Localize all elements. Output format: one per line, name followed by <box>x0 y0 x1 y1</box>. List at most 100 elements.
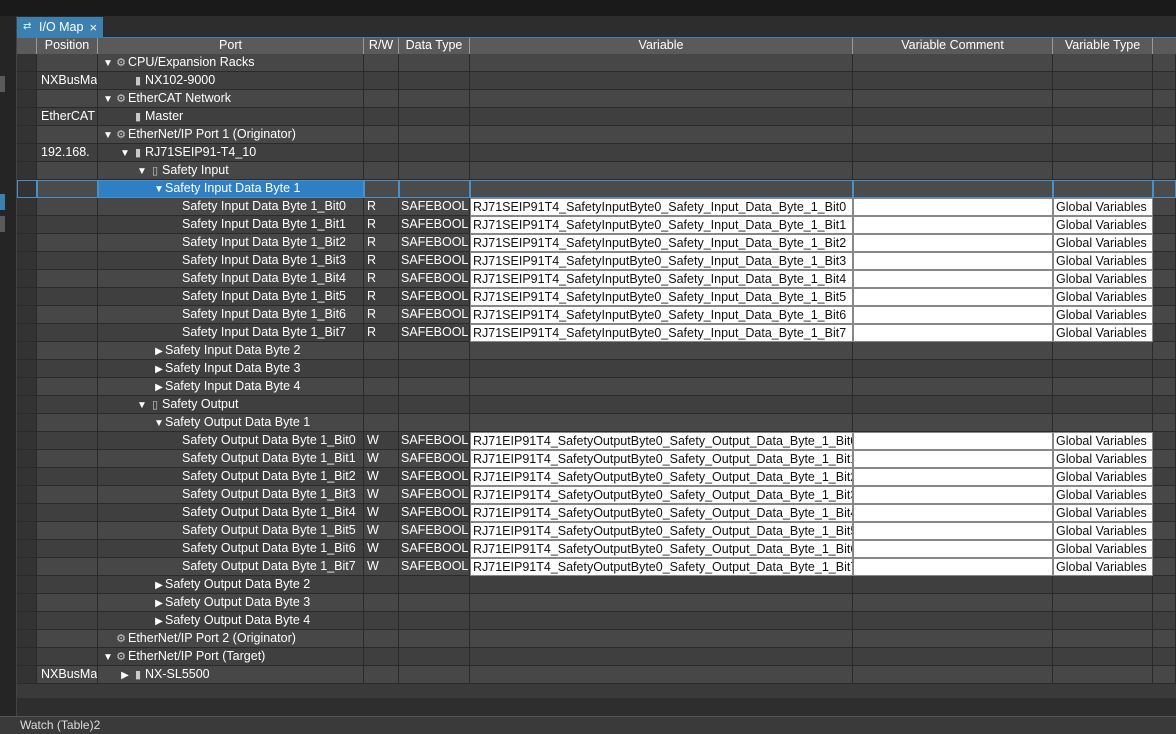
variable-field[interactable] <box>470 666 853 684</box>
expanded-arrow-icon[interactable]: ▼ <box>153 415 165 431</box>
variable-field[interactable] <box>470 126 853 144</box>
variable-type-field[interactable]: Global Variables <box>1053 540 1153 558</box>
variable-type-field[interactable]: Global Variables <box>1053 432 1153 450</box>
variable-comment-field[interactable] <box>853 216 1053 234</box>
port-cell[interactable]: ▼ ⚙ CPU/Expansion Racks <box>98 54 364 72</box>
variable-comment-field[interactable] <box>853 594 1053 612</box>
variable-type-field[interactable]: Global Variables <box>1053 324 1153 342</box>
variable-type-field[interactable] <box>1053 54 1153 72</box>
table-row[interactable]: Safety Input Data Byte 1_Bit3 R SAFEBOOL RJ… <box>17 252 1176 270</box>
variable-field[interactable] <box>470 630 853 648</box>
port-cell[interactable]: Safety Input Data Byte 1_Bit0 <box>98 198 364 216</box>
variable-type-field[interactable]: Global Variables <box>1053 522 1153 540</box>
port-cell[interactable]: Safety Input Data Byte 1_Bit7 <box>98 324 364 342</box>
header-port[interactable]: Port <box>98 38 364 54</box>
variable-type-field[interactable]: Global Variables <box>1053 216 1153 234</box>
table-row[interactable]: ▼ ⚙ EtherNet/IP Port (Target) <box>17 648 1176 666</box>
port-cell[interactable]: Safety Input Data Byte 1_Bit6 <box>98 306 364 324</box>
header-data-type[interactable]: Data Type <box>399 38 470 54</box>
variable-field[interactable] <box>470 342 853 360</box>
variable-type-field[interactable]: Global Variables <box>1053 252 1153 270</box>
variable-field[interactable]: RJ71SEIP91T4_SafetyInputByte0_Safety_Inp… <box>470 270 853 288</box>
table-row[interactable]: Safety Output Data Byte 1_Bit5 W SAFEBOOL R… <box>17 522 1176 540</box>
variable-field[interactable] <box>470 144 853 162</box>
variable-type-field[interactable] <box>1053 630 1153 648</box>
variable-field[interactable]: RJ71EIP91T4_SafetyOutputByte0_Safety_Out… <box>470 450 853 468</box>
table-row[interactable]: ▶ Safety Input Data Byte 3 <box>17 360 1176 378</box>
variable-field[interactable] <box>470 576 853 594</box>
variable-comment-field[interactable] <box>853 72 1053 90</box>
variable-comment-field[interactable] <box>853 504 1053 522</box>
header-variable[interactable]: Variable <box>470 38 853 54</box>
variable-field[interactable] <box>470 378 853 396</box>
variable-comment-field[interactable] <box>853 630 1053 648</box>
port-cell[interactable]: ▼ ▯ Safety Output <box>98 396 364 414</box>
variable-type-field[interactable]: Global Variables <box>1053 288 1153 306</box>
table-row[interactable]: Safety Output Data Byte 1_Bit6 W SAFEBOOL R… <box>17 540 1176 558</box>
variable-comment-field[interactable] <box>853 108 1053 126</box>
variable-type-field[interactable]: Global Variables <box>1053 558 1153 576</box>
variable-type-field[interactable] <box>1053 162 1153 180</box>
expanded-arrow-icon[interactable]: ▼ <box>102 91 114 107</box>
port-cell[interactable]: ▼ ▯ Safety Input <box>98 162 364 180</box>
variable-comment-field[interactable] <box>853 450 1053 468</box>
port-cell[interactable]: ▮ NX102-9000 <box>98 72 364 90</box>
header-variable-type[interactable]: Variable Type <box>1053 38 1153 54</box>
variable-comment-field[interactable] <box>853 486 1053 504</box>
tab-io-map[interactable]: ⇄ I/O Map × <box>17 17 103 37</box>
variable-type-field[interactable] <box>1053 72 1153 90</box>
expanded-arrow-icon[interactable]: ▼ <box>136 397 148 413</box>
table-row[interactable]: EtherCAT ▮ Master <box>17 108 1176 126</box>
variable-field[interactable] <box>470 396 853 414</box>
variable-type-field[interactable] <box>1053 90 1153 108</box>
table-row[interactable]: Safety Input Data Byte 1_Bit1 R SAFEBOOL RJ… <box>17 216 1176 234</box>
port-cell[interactable]: Safety Output Data Byte 1_Bit1 <box>98 450 364 468</box>
table-row[interactable]: Safety Output Data Byte 1_Bit3 W SAFEBOOL R… <box>17 486 1176 504</box>
port-cell[interactable]: ▶ Safety Input Data Byte 4 <box>98 378 364 396</box>
variable-comment-field[interactable] <box>853 342 1053 360</box>
port-cell[interactable]: Safety Output Data Byte 1_Bit7 <box>98 558 364 576</box>
table-row[interactable]: ▶ Safety Input Data Byte 2 <box>17 342 1176 360</box>
table-row[interactable]: ▶ Safety Output Data Byte 2 <box>17 576 1176 594</box>
variable-type-field[interactable]: Global Variables <box>1053 306 1153 324</box>
table-row[interactable]: ▶ Safety Output Data Byte 3 <box>17 594 1176 612</box>
port-cell[interactable]: Safety Input Data Byte 1_Bit5 <box>98 288 364 306</box>
variable-field[interactable]: RJ71SEIP91T4_SafetyInputByte0_Safety_Inp… <box>470 288 853 306</box>
variable-comment-field[interactable] <box>853 612 1053 630</box>
variable-comment-field[interactable] <box>853 234 1053 252</box>
variable-type-field[interactable]: Global Variables <box>1053 486 1153 504</box>
variable-field[interactable] <box>470 414 853 432</box>
variable-type-field[interactable] <box>1053 648 1153 666</box>
variable-comment-field[interactable] <box>853 252 1053 270</box>
variable-type-field[interactable] <box>1053 180 1153 198</box>
variable-field[interactable] <box>470 648 853 666</box>
port-cell[interactable]: ▼Safety Output Data Byte 1 <box>98 414 364 432</box>
collapsed-arrow-icon[interactable]: ▶ <box>153 595 165 611</box>
expanded-arrow-icon[interactable]: ▼ <box>119 145 131 161</box>
port-cell[interactable]: ▶ Safety Output Data Byte 4 <box>98 612 364 630</box>
variable-comment-field[interactable] <box>853 540 1053 558</box>
port-cell[interactable]: Safety Output Data Byte 1_Bit4 <box>98 504 364 522</box>
port-cell[interactable]: Safety Output Data Byte 1_Bit6 <box>98 540 364 558</box>
variable-comment-field[interactable] <box>853 90 1053 108</box>
port-cell[interactable]: ▼ ⚙ EtherCAT Network <box>98 90 364 108</box>
variable-type-field[interactable]: Global Variables <box>1053 504 1153 522</box>
port-cell[interactable]: ▶ Safety Input Data Byte 2 <box>98 342 364 360</box>
table-row[interactable]: ▶ Safety Input Data Byte 4 <box>17 378 1176 396</box>
table-row[interactable]: ▼ ▯ Safety Input <box>17 162 1176 180</box>
table-row[interactable]: Safety Output Data Byte 1_Bit7 W SAFEBOOL R… <box>17 558 1176 576</box>
variable-comment-field[interactable] <box>853 270 1053 288</box>
tab-watch-table[interactable]: Watch (Table)2 <box>20 718 100 732</box>
variable-field[interactable] <box>470 90 853 108</box>
variable-comment-field[interactable] <box>853 180 1053 198</box>
variable-field[interactable] <box>470 360 853 378</box>
variable-comment-field[interactable] <box>853 54 1053 72</box>
variable-field[interactable]: RJ71EIP91T4_SafetyOutputByte0_Safety_Out… <box>470 486 853 504</box>
expanded-arrow-icon[interactable]: ▼ <box>102 55 114 71</box>
table-row[interactable]: Safety Output Data Byte 1_Bit4 W SAFEBOOL R… <box>17 504 1176 522</box>
port-cell[interactable]: ⚙ EtherNet/IP Port 2 (Originator) <box>98 630 364 648</box>
variable-field[interactable]: RJ71EIP91T4_SafetyOutputByte0_Safety_Out… <box>470 504 853 522</box>
table-row[interactable]: NXBusMa ▶ ▮ NX-SL5500 <box>17 666 1176 684</box>
dock-marker-active[interactable] <box>0 194 5 210</box>
variable-comment-field[interactable] <box>853 360 1053 378</box>
